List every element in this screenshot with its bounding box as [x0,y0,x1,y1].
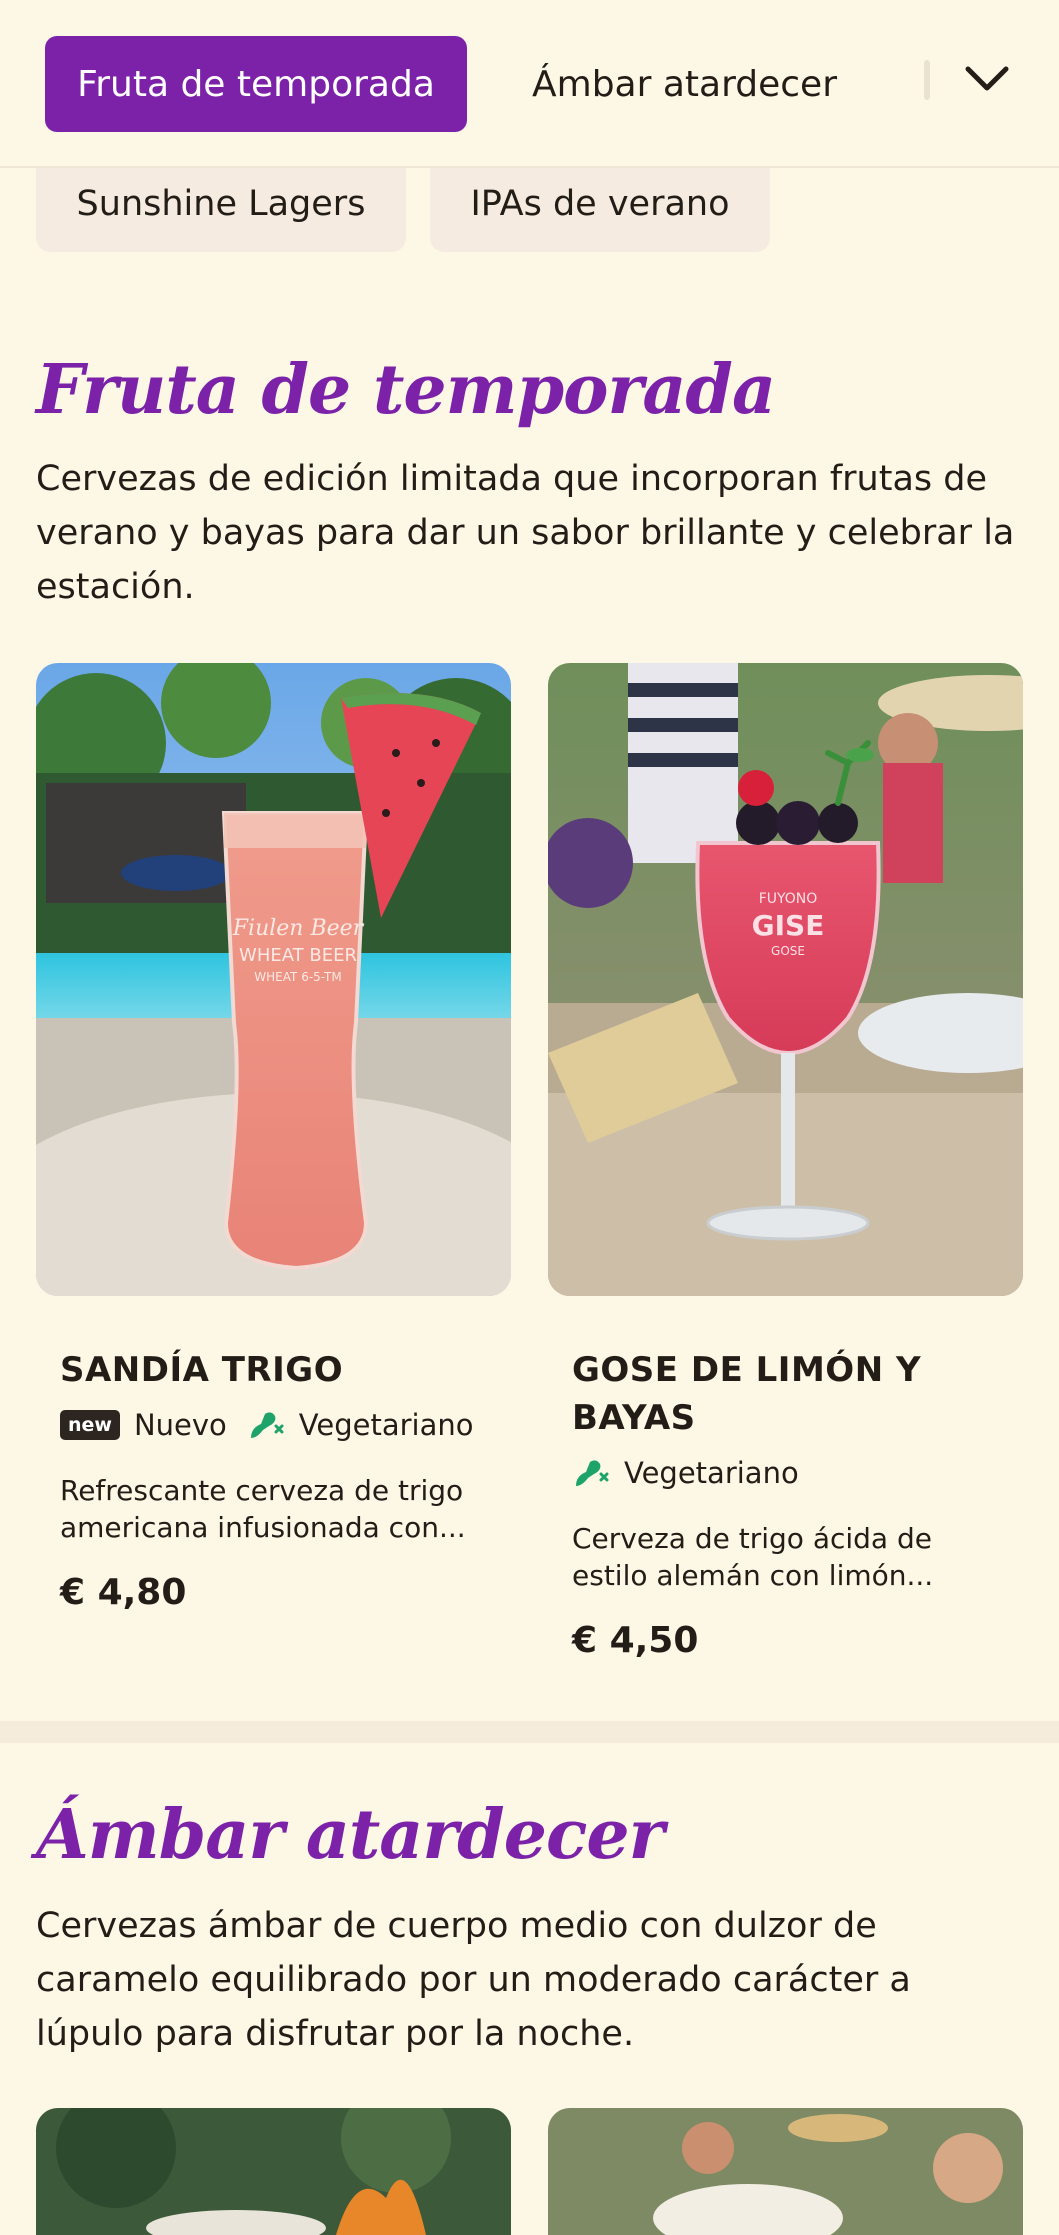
glass-text: Fiulen Beer [232,916,365,941]
section-description-ambar: Cervezas ámbar de cuerpo medio con dulzo… [36,1906,911,2054]
product-card-gose-limon-bayas[interactable]: FUYONO GISE GOSE GOSE DE LIMÓN Y BAYAS V… [548,663,1023,1661]
product-name: SANDÍA TRIGO [60,1350,344,1390]
tab-ambar-atardecer[interactable]: Ámbar atardecer [532,36,837,132]
glass-text: WHEAT BEER [239,945,357,966]
new-badge: new [60,1410,120,1440]
section-title-ambar: Ámbar atardecer [36,1795,664,1875]
product-description: Cerveza de trigo ácida de estilo alemán … [572,1522,934,1592]
product-card-sandia-trigo[interactable]: Fiulen Beer WHEAT BEER WHEAT 6-5-TM SAND… [36,663,511,1613]
tab-overflow-indicator [924,60,930,100]
section-title-fruta: Fruta de temporada [36,350,776,430]
product-image-gose-limon-bayas: FUYONO GISE GOSE [548,663,1023,1296]
product-image-ambar-1 [36,2108,511,2235]
tab-fruta-de-temporada[interactable]: Fruta de temporada [45,36,467,132]
product-card-ambar-2[interactable] [548,2108,1023,2235]
tag-vegetarian: Vegetariano [572,1456,799,1490]
vegetarian-icon [250,1412,284,1438]
tag-vegetarian: Vegetariano [247,1408,474,1442]
glass-text: GISE [752,909,825,942]
product-image-sandia-trigo: Fiulen Beer WHEAT BEER WHEAT 6-5-TM [36,663,511,1296]
glass-text: FUYONO [759,891,818,907]
glass-text: WHEAT 6-5-TM [254,970,341,984]
tag-new-label: Nuevo [133,1408,227,1442]
product-name: GOSE DE LIMÓN Y BAYAS [572,1350,922,1438]
product-description: Refrescante cerveza de trigo americana i… [60,1474,466,1544]
product-image-ambar-2 [548,2108,1023,2235]
chevron-down-icon[interactable] [960,52,1014,106]
product-card-ambar-1[interactable] [36,2108,511,2235]
glass-text: GOSE [771,944,805,958]
tag-vegetarian-label: Vegetariano [298,1408,474,1442]
product-tags: Vegetariano [572,1456,999,1490]
product-price: € 4,80 [60,1572,187,1613]
section-divider [0,1721,1059,1743]
category-tab-bar: Fruta de temporada Ámbar atardecer [0,0,1059,168]
product-tags: new Nuevo Vegetariano [60,1408,487,1442]
vegetarian-icon [576,1460,609,1486]
tag-vegetarian-label: Vegetariano [624,1456,799,1490]
section-description-fruta: Cervezas de edición limitada que incorpo… [36,459,1015,607]
product-price: € 4,50 [572,1620,699,1661]
